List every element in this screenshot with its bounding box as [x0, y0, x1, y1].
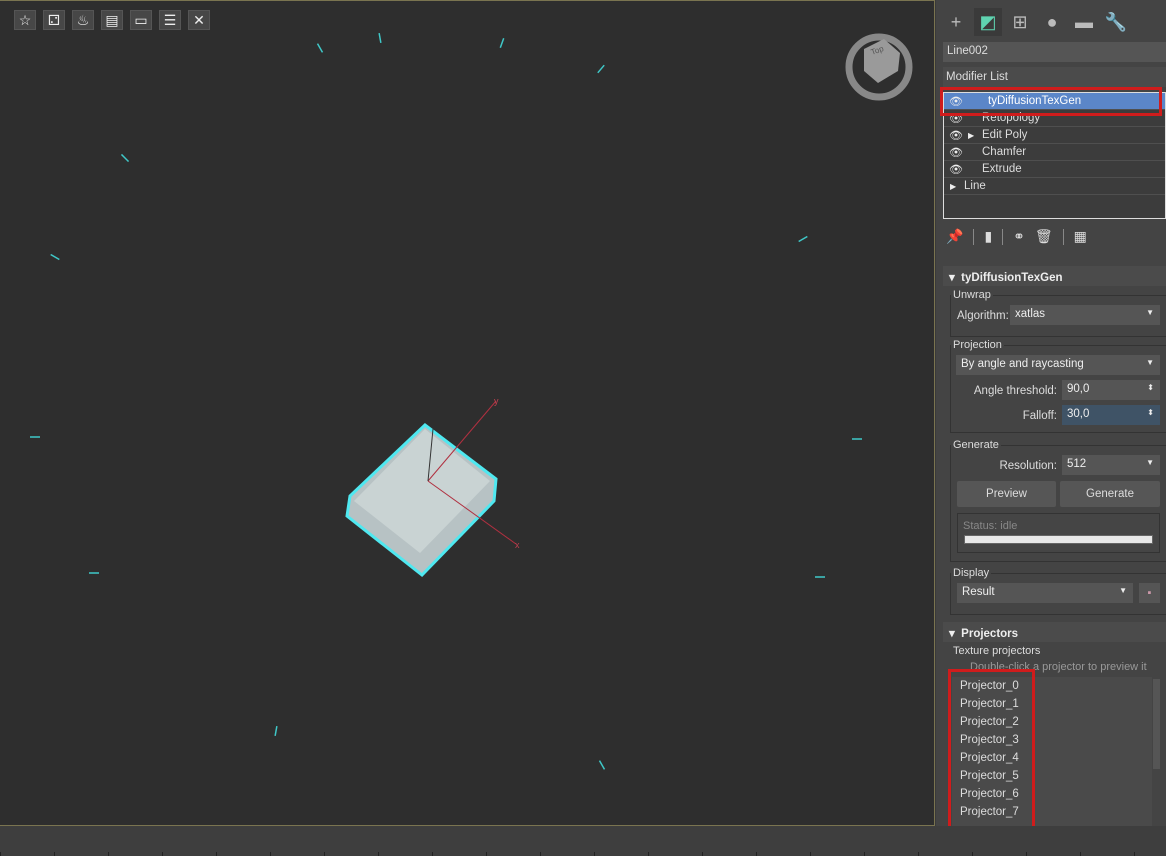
eye-icon[interactable]: 👁 — [944, 129, 968, 142]
favorite-icon[interactable]: ☆ — [14, 10, 36, 30]
unwrap-label: Unwrap — [951, 289, 993, 301]
modifier-stack-item[interactable]: 👁 Chamfer — [944, 144, 1165, 161]
display-value: Result — [962, 586, 995, 598]
projector-gizmo[interactable] — [597, 64, 605, 74]
display-label: Display — [951, 567, 992, 579]
highlight-box-modifier — [940, 87, 1162, 116]
eye-icon[interactable]: 👁 — [944, 146, 968, 159]
viewport[interactable]: Top y x ☆ ⚁ ♨ ▤ ▭ ☰ ✕ — [0, 0, 935, 826]
algorithm-value: xatlas — [1015, 308, 1046, 320]
axis-x-label: x — [515, 540, 520, 550]
modifier-stack-item[interactable]: ▶ Line — [944, 178, 1165, 195]
projector-gizmo[interactable] — [50, 253, 60, 261]
display-tab-icon[interactable]: ▬ — [1070, 8, 1098, 36]
modifier-label: Line — [964, 180, 986, 192]
display-dropdown[interactable]: Result ▼ — [957, 583, 1133, 603]
projector-gizmo[interactable] — [316, 43, 324, 53]
angle-threshold-spinner[interactable]: 90,0 ⬍ — [1062, 380, 1160, 400]
viewcube[interactable]: Top — [845, 33, 913, 101]
expand-arrow-icon[interactable]: ▶ — [968, 131, 982, 140]
resolution-label: Resolution: — [999, 460, 1057, 472]
expand-arrow-icon[interactable]: ▶ — [950, 182, 964, 191]
scene: Top y x — [30, 32, 913, 770]
projector-gizmo[interactable] — [120, 153, 130, 163]
projector-gizmo[interactable] — [499, 38, 505, 48]
modifier-list-dropdown[interactable]: Modifier List — [943, 67, 1166, 87]
projector-gizmo[interactable] — [798, 235, 808, 243]
bake-icon[interactable]: ♨ — [72, 10, 94, 30]
modify-tab-icon[interactable]: ◩ — [974, 8, 1002, 36]
close-icon[interactable]: ✕ — [188, 10, 210, 30]
generate-label: Generate — [951, 439, 1001, 451]
falloff-value: 30,0 — [1067, 408, 1090, 420]
angle-threshold-label: Angle threshold: — [973, 385, 1057, 397]
projector-list-scrollbar[interactable] — [1153, 679, 1160, 769]
pin-icon[interactable]: 📌 — [946, 228, 963, 245]
modifier-label: Extrude — [982, 163, 1022, 175]
preview-button[interactable]: Preview — [957, 481, 1056, 507]
generate-button[interactable]: Generate — [1060, 481, 1160, 507]
hierarchy-tab-icon[interactable]: ⊞ — [1006, 8, 1034, 36]
delete-icon[interactable]: 🗑 — [1035, 228, 1053, 245]
timeline-bar[interactable] — [0, 826, 1166, 856]
status-box: Status: idle — [957, 513, 1160, 553]
dice-icon[interactable]: ⚁ — [43, 10, 65, 30]
rollout-header[interactable]: ▾ tyDiffusionTexGen — [943, 266, 1166, 286]
progress-bar — [964, 535, 1153, 544]
modifier-stack-item[interactable]: 👁 Extrude — [944, 161, 1165, 178]
rollout-title: tyDiffusionTexGen — [961, 272, 1063, 284]
display-icon[interactable]: ▭ — [130, 10, 152, 30]
projector-gizmo[interactable] — [274, 725, 278, 737]
show-end-result-icon[interactable]: ▮ — [984, 228, 992, 245]
projector-gizmo[interactable] — [598, 760, 606, 770]
projector-gizmo[interactable] — [378, 32, 382, 44]
eye-icon[interactable]: 👁 — [944, 163, 968, 176]
status-text: Status: idle — [963, 520, 1018, 532]
settings-sliders-icon[interactable]: ☰ — [159, 10, 181, 30]
falloff-label: Falloff: — [1022, 410, 1057, 422]
create-tab-icon[interactable]: + — [942, 8, 970, 36]
motion-tab-icon[interactable]: ● — [1038, 8, 1066, 36]
save-icon[interactable]: ▤ — [101, 10, 123, 30]
texture-projectors-label: Texture projectors — [951, 645, 1043, 657]
projection-label: Projection — [951, 339, 1004, 351]
resolution-value: 512 — [1067, 458, 1087, 470]
projectors-title: Projectors — [961, 628, 1019, 640]
highlight-box-projectors — [948, 669, 1035, 831]
make-unique-icon[interactable]: ⚭ — [1013, 228, 1025, 245]
utilities-tab-icon[interactable]: 🔧 — [1102, 8, 1130, 36]
resolution-dropdown[interactable]: 512 ▼ — [1062, 455, 1160, 475]
selected-object[interactable]: y x — [345, 396, 520, 578]
viewport-toolbar: ☆ ⚁ ♨ ▤ ▭ ☰ ✕ — [14, 10, 210, 30]
configure-icon[interactable]: ▦ — [1074, 228, 1087, 245]
modifier-stack-item[interactable]: 👁 ▶ Edit Poly — [944, 127, 1165, 144]
angle-threshold-value: 90,0 — [1067, 383, 1090, 395]
algorithm-dropdown[interactable]: xatlas ▼ — [1010, 305, 1160, 325]
object-name-field[interactable]: Line002 — [943, 42, 1166, 62]
projectors-rollout-header[interactable]: ▾ Projectors — [943, 622, 1166, 642]
axis-y-label: y — [494, 396, 499, 406]
falloff-spinner[interactable]: 30,0 ⬍ — [1062, 405, 1160, 425]
algorithm-label: Algorithm: — [957, 310, 1009, 322]
modifier-label: Edit Poly — [982, 129, 1028, 141]
modifier-label: Chamfer — [982, 146, 1027, 158]
save-display-icon[interactable]: ▪ — [1139, 583, 1160, 603]
projection-mode-value: By angle and raycasting — [961, 358, 1084, 370]
projection-mode-dropdown[interactable]: By angle and raycasting ▼ — [956, 355, 1160, 375]
